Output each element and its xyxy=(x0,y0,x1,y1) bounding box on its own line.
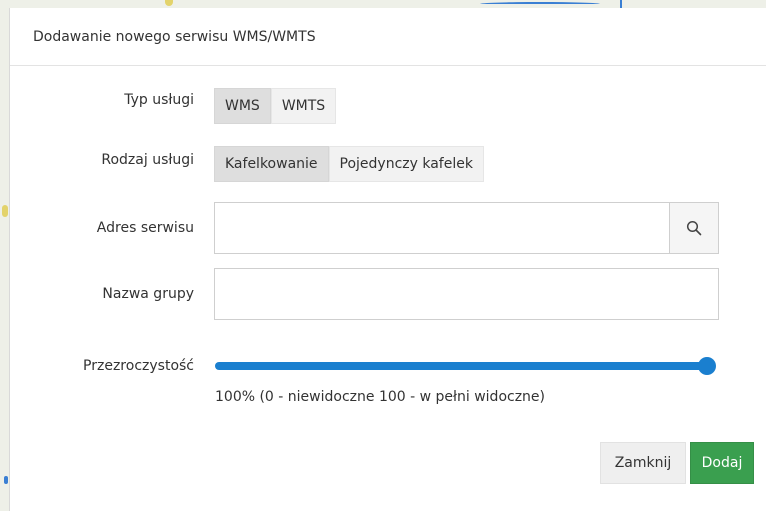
group-name-label: Nazwa grupy xyxy=(102,286,194,302)
search-button[interactable] xyxy=(669,202,719,254)
dialog-header: Dodawanie nowego serwisu WMS/WMTS xyxy=(10,8,766,66)
service-type-label: Typ usługi xyxy=(124,92,194,108)
group-name-input[interactable] xyxy=(214,268,719,320)
close-button[interactable]: Zamknij xyxy=(600,442,686,484)
search-icon xyxy=(686,220,702,236)
tiling-button[interactable]: Kafelkowanie xyxy=(214,146,329,182)
dialog-title: Dodawanie nowego serwisu WMS/WMTS xyxy=(33,28,316,45)
service-address-input[interactable] xyxy=(214,202,670,254)
opacity-slider-handle[interactable] xyxy=(698,357,716,375)
map-feature xyxy=(480,2,600,6)
service-type-wmts-button[interactable]: WMTS xyxy=(270,88,337,124)
service-type-wms-button[interactable]: WMS xyxy=(214,88,271,124)
service-type-toggle: WMS WMTS xyxy=(214,88,337,124)
service-address-label: Adres serwisu xyxy=(96,220,194,236)
map-edge-top xyxy=(0,0,766,8)
opacity-label: Przezroczystość xyxy=(83,358,194,374)
map-feature xyxy=(2,205,8,217)
single-tile-button[interactable]: Pojedynczy kafelek xyxy=(328,146,484,182)
opacity-slider-track[interactable] xyxy=(215,362,715,370)
add-service-dialog: Dodawanie nowego serwisu WMS/WMTS Typ us… xyxy=(9,8,766,511)
map-edge-left xyxy=(0,0,9,511)
opacity-value-text: 100% (0 - niewidoczne 100 - w pełni wido… xyxy=(215,389,545,405)
service-type-row: Typ usługi xyxy=(10,92,766,108)
map-feature xyxy=(620,0,622,8)
service-kind-label: Rodzaj usługi xyxy=(101,152,194,168)
service-kind-toggle: Kafelkowanie Pojedynczy kafelek xyxy=(214,146,484,182)
map-feature xyxy=(4,476,8,484)
add-button[interactable]: Dodaj xyxy=(690,442,754,484)
